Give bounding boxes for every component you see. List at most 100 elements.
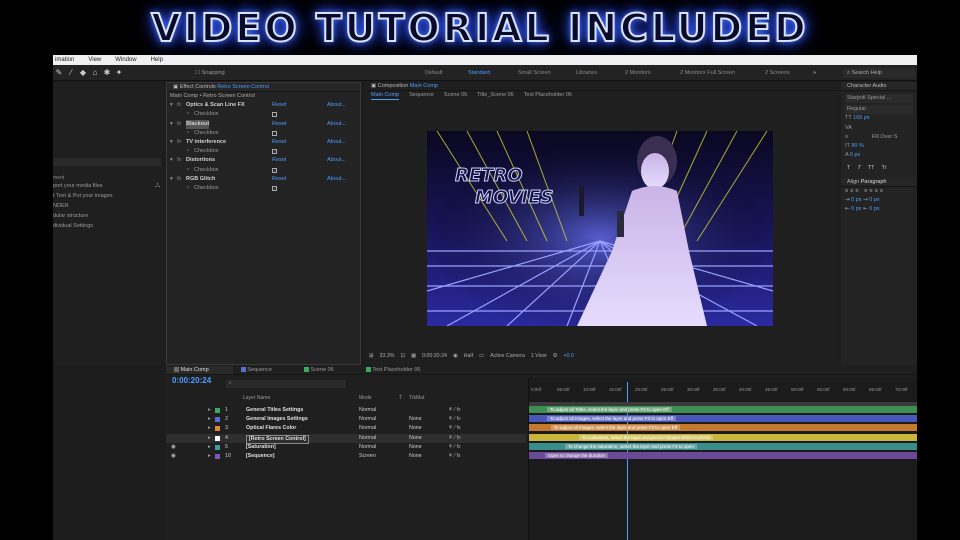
- font-family-dropdown[interactable]: Starjedi Special ...: [845, 94, 913, 104]
- timeline-timecode[interactable]: 0:00:20:24: [172, 376, 211, 385]
- effect-controls-tab[interactable]: ▣ Effect Controls Retro Screen Control: [167, 83, 360, 92]
- all-caps-button[interactable]: TT: [868, 164, 875, 173]
- roi-icon[interactable]: ▭: [479, 353, 484, 359]
- layer-row[interactable]: ◉ ▸ 10 [Sequence] Screen None ⚘ ⁄ fx: [166, 452, 526, 461]
- col-layer-name[interactable]: Layer Name: [243, 395, 270, 401]
- expand-arrow-icon[interactable]: ▾: [170, 175, 173, 184]
- about-link[interactable]: About...: [327, 175, 346, 184]
- snapping-toggle[interactable]: ☐ Snapping: [195, 70, 225, 76]
- col-trkmat[interactable]: TrkMat: [409, 395, 424, 401]
- expand-arrow-icon[interactable]: ▸: [208, 415, 211, 424]
- timeline-graph-area[interactable]: 0:00f 05:00f 10:00f 15:00f 20:00f 25:00f 30:00…: [528, 378, 917, 540]
- layer-duration-bar[interactable]: To adjust all Images, select the layer a…: [529, 424, 917, 432]
- expand-arrow-icon[interactable]: ▸: [208, 406, 211, 415]
- about-link[interactable]: About...: [327, 138, 346, 147]
- workspace-2-monitors-full[interactable]: 2 Monitors Full Screen: [680, 65, 735, 81]
- crumb-text-placeholder[interactable]: Text Placeholder 06: [524, 91, 572, 100]
- effect-checkbox[interactable]: ✓: [272, 149, 277, 155]
- snapshot-icon[interactable]: ◉: [453, 353, 458, 359]
- space-before[interactable]: 0 px: [851, 206, 861, 212]
- reset-link[interactable]: Reset: [272, 101, 286, 110]
- search-help-input[interactable]: ⌕ Search Help: [843, 68, 915, 78]
- timeline-tab[interactable]: Main Comp: [166, 366, 233, 374]
- expand-arrow-icon[interactable]: ▸: [208, 434, 211, 443]
- layer-duration-bar[interactable]: To adjust all Titles, select the layer a…: [529, 406, 917, 413]
- tracking-value[interactable]: 90 %: [851, 143, 864, 149]
- layer-row[interactable]: ▸ 1 General Titles Settings Normal ⚘ ⁄ fx: [166, 406, 526, 415]
- clone-tool-icon[interactable]: ⌂: [89, 68, 101, 77]
- more-workspaces-icon[interactable]: »: [813, 65, 816, 81]
- effect-checkbox[interactable]: ✓: [272, 185, 277, 191]
- resolution-dropdown[interactable]: Half: [464, 353, 473, 359]
- layer-trkmat-dropdown[interactable]: None: [409, 424, 422, 433]
- visibility-eye-icon[interactable]: ◉: [171, 452, 176, 461]
- camera-dropdown[interactable]: Active Camera: [490, 353, 525, 359]
- project-item-4[interactable]: dular structure: [53, 212, 88, 221]
- layer-switch-icons[interactable]: ⚘ ⁄ fx: [448, 434, 461, 443]
- layer-trkmat-dropdown[interactable]: None: [409, 452, 422, 461]
- expand-arrow-icon[interactable]: ▾: [170, 138, 173, 147]
- eraser-tool-icon[interactable]: ◆: [77, 68, 89, 77]
- layer-duration-bar[interactable]: To customize, select the layer and press…: [529, 433, 917, 441]
- puppet-tool-icon[interactable]: ✦: [113, 68, 125, 77]
- about-link[interactable]: About...: [327, 120, 346, 129]
- view-layout-dropdown[interactable]: 1 View: [531, 353, 547, 359]
- timeline-search-input[interactable]: ⌕: [226, 380, 346, 388]
- col-mode[interactable]: Mode: [359, 395, 372, 401]
- fill-dropdown[interactable]: Fill Over S: [872, 134, 898, 140]
- layer-name[interactable]: Optical Flares Color: [246, 424, 296, 433]
- baseline-value[interactable]: 0 px: [850, 152, 860, 158]
- layer-switch-icons[interactable]: ⚘ ⁄ fx: [448, 443, 461, 452]
- layer-switch-icons[interactable]: ⚘ ⁄ fx: [448, 415, 461, 424]
- stopwatch-icon[interactable]: ◔: [186, 184, 189, 193]
- exposure-value[interactable]: +0.0: [563, 353, 573, 359]
- project-item-5[interactable]: dividual Settings: [53, 222, 93, 231]
- col-t[interactable]: T: [399, 395, 402, 401]
- faux-italic-button[interactable]: T: [857, 164, 860, 173]
- layer-name[interactable]: [Sequence]: [246, 452, 275, 461]
- safe-zones-icon[interactable]: ⊡: [400, 353, 404, 359]
- effect-checkbox[interactable]: [272, 130, 277, 136]
- project-search-input[interactable]: [53, 158, 161, 166]
- reset-link[interactable]: Reset: [272, 138, 286, 147]
- stopwatch-icon[interactable]: ◔: [186, 166, 189, 175]
- layer-switch-icons[interactable]: ⚘ ⁄ fx: [448, 424, 461, 433]
- composition-viewer[interactable]: RETRO MOVIES: [427, 131, 773, 326]
- timeline-tab[interactable]: Text Placeholder 06: [358, 366, 445, 374]
- crumb-main-comp[interactable]: Main Comp: [371, 91, 400, 101]
- effect-checkbox[interactable]: ✓: [272, 167, 277, 173]
- expand-arrow-icon[interactable]: ▸: [208, 424, 211, 433]
- timeline-tab[interactable]: Scene 06: [296, 366, 358, 374]
- layer-switch-icons[interactable]: ⚘ ⁄ fx: [448, 452, 461, 461]
- indent-left[interactable]: 0 px: [851, 197, 861, 203]
- alignment-buttons[interactable]: ≡≡≡ ≡≡≡≡: [841, 187, 917, 196]
- layer-mode-dropdown[interactable]: Normal: [359, 434, 376, 443]
- label-color-swatch[interactable]: [215, 444, 220, 450]
- layer-mode-dropdown[interactable]: Normal: [359, 415, 376, 424]
- workspace-2-monitors[interactable]: 2 Monitors: [625, 65, 651, 81]
- fast-preview-icon[interactable]: ⚙: [553, 353, 558, 359]
- about-link[interactable]: About...: [327, 101, 346, 110]
- layer-mode-dropdown[interactable]: Normal: [359, 406, 376, 415]
- project-item-2[interactable]: t Text & Put your images: [53, 192, 113, 201]
- label-color-swatch[interactable]: [215, 417, 220, 423]
- composition-tab[interactable]: ▣ Composition Main Comp: [365, 82, 839, 91]
- project-item-3[interactable]: NDER: [53, 202, 69, 211]
- roto-tool-icon[interactable]: ✱: [101, 68, 113, 77]
- layer-name[interactable]: General Images Settings: [246, 415, 308, 424]
- crumb-sequence[interactable]: Sequence: [409, 91, 434, 100]
- align-tab[interactable]: Align: [847, 179, 859, 185]
- indent-right[interactable]: 0 px: [869, 197, 879, 203]
- layer-name[interactable]: [Saturation]: [246, 443, 276, 452]
- layer-row[interactable]: ◉ ▸ 5 [Saturation] Normal None ⚘ ⁄ fx: [166, 443, 526, 452]
- project-item-1[interactable]: port your media files: [53, 182, 103, 191]
- expand-arrow-icon[interactable]: ▾: [170, 156, 173, 165]
- reset-link[interactable]: Reset: [272, 120, 286, 129]
- label-color-swatch[interactable]: [215, 454, 220, 459]
- workspace-libraries[interactable]: Libraries: [576, 65, 597, 81]
- stopwatch-icon[interactable]: ◔: [186, 129, 189, 138]
- label-color-swatch[interactable]: [215, 408, 220, 413]
- layer-switch-icons[interactable]: ⚘ ⁄ fx: [448, 406, 461, 415]
- workspace-2-screens[interactable]: 2 Screens: [765, 65, 790, 81]
- stopwatch-icon[interactable]: ◔: [186, 110, 189, 119]
